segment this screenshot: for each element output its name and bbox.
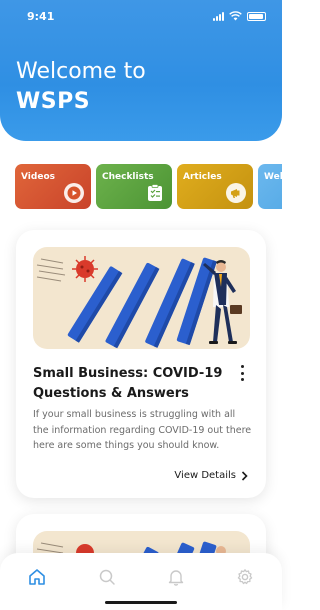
battery-icon <box>247 11 266 21</box>
more-options-icon[interactable] <box>238 365 246 381</box>
megaphone-icon <box>226 183 246 203</box>
category-label: Web <box>264 172 282 182</box>
view-details-label: View Details <box>174 470 236 481</box>
category-label: Videos <box>21 172 55 182</box>
domino-image <box>36 256 242 349</box>
bell-icon[interactable] <box>167 568 185 586</box>
article-title[interactable]: Small Business: COVID-19 Questions & Ans… <box>33 364 223 404</box>
view-details-link[interactable]: View Details <box>174 470 248 481</box>
status-bar: 9:41 <box>0 0 282 30</box>
wifi-icon <box>229 11 242 21</box>
category-carousel[interactable]: Videos Checklists Articles Web <box>15 164 282 210</box>
play-icon <box>64 183 84 203</box>
gear-icon[interactable] <box>236 568 254 586</box>
signal-icon <box>213 11 224 21</box>
category-articles[interactable]: Articles <box>177 164 253 209</box>
category-checklists[interactable]: Checklists <box>96 164 172 209</box>
article-card[interactable]: Small Business: COVID-19 Questions & Ans… <box>16 230 266 498</box>
category-label: Checklists <box>102 172 154 182</box>
status-time: 9:41 <box>27 10 55 23</box>
home-indicator <box>105 601 177 604</box>
welcome-text: Welcome to <box>16 59 146 84</box>
virus-icon <box>72 256 98 282</box>
chevron-right-icon <box>241 470 248 481</box>
brand-name: WSPS <box>16 89 91 114</box>
article-description: If your small business is struggling wit… <box>33 409 252 451</box>
search-icon[interactable] <box>98 568 116 586</box>
header-banner: 9:41 Welcome to WSPS <box>0 0 282 141</box>
clipboard-check-icon <box>145 183 165 203</box>
domino-illustration <box>33 247 250 349</box>
home-icon[interactable] <box>28 568 46 586</box>
category-label: Articles <box>183 172 222 182</box>
category-videos[interactable]: Videos <box>15 164 91 209</box>
motion-lines <box>36 258 66 282</box>
category-web[interactable]: Web <box>258 164 282 209</box>
status-icons <box>213 11 266 21</box>
